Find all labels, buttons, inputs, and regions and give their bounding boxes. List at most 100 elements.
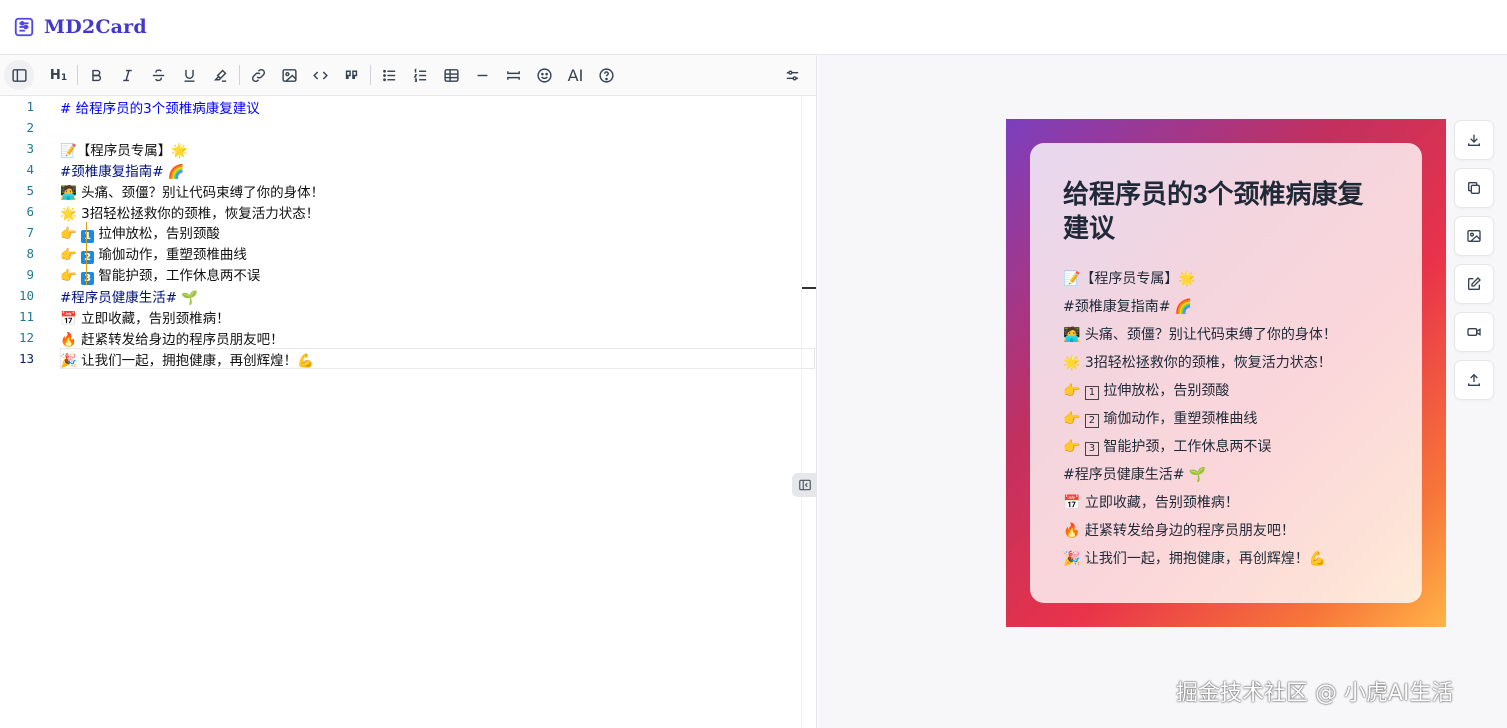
share-button[interactable] — [1454, 360, 1494, 400]
bold-button[interactable] — [81, 61, 112, 89]
app-title[interactable]: MD2Card — [44, 16, 147, 38]
keycap-badge: 1 — [1084, 386, 1099, 400]
card-line-tail: 瑜伽动作，重塑颈椎曲线 — [1098, 411, 1258, 427]
keycap-badge: 3 — [1084, 442, 1099, 456]
keycap-badge: 2 — [1084, 414, 1099, 428]
line-number: 2 — [26, 120, 34, 135]
edit-button[interactable] — [1454, 264, 1494, 304]
line-number: 11 — [18, 309, 34, 324]
editor-line: 3 📝【程序员专属】🌟 — [0, 138, 815, 159]
line-tail: 智能护颈，工作休息两不误 — [94, 268, 261, 284]
line-content: 🧑‍💻 头痛、颈僵？别让代码束缚了你的身体！ — [60, 184, 325, 201]
editor-line: 1 # 给程序员的3个颈椎病康复建议 — [0, 96, 815, 117]
help-button[interactable] — [591, 61, 622, 89]
card-line: #程序员健康生活# 🌱 — [1063, 467, 1207, 483]
line-content: 🔥 赶紧转发给身边的程序员朋友吧！ — [60, 331, 284, 348]
line-number: 3 — [26, 141, 34, 156]
page-break-button[interactable] — [498, 61, 529, 89]
panel-collapse-icon — [798, 479, 811, 491]
smiley-icon — [537, 67, 552, 83]
sidebar-icon — [11, 68, 27, 82]
emoji-button[interactable] — [529, 61, 560, 89]
line-tail: 瑜伽动作，重塑颈椎曲线 — [94, 247, 247, 263]
help-icon — [599, 67, 614, 83]
ordered-list-icon — [413, 67, 427, 82]
editor-line: 4 #颈椎康复指南# 🌈 — [0, 159, 815, 180]
keycap-badge: 3 — [81, 272, 95, 285]
download-button[interactable] — [1454, 120, 1494, 160]
highlight-button[interactable] — [205, 61, 236, 89]
pointer-emoji: 👉 — [60, 226, 82, 242]
link-button[interactable] — [243, 61, 274, 89]
keycap-badge: 1 — [81, 230, 95, 243]
image-icon — [282, 68, 297, 82]
bold-icon — [92, 69, 102, 81]
upload-icon — [1468, 373, 1480, 386]
copy-icon — [1468, 182, 1480, 194]
download-icon — [1468, 134, 1480, 146]
editor-line: 2 — [0, 117, 815, 138]
horizontal-rule-button[interactable] — [467, 61, 498, 89]
card-line-tail: 拉伸放松，告别颈酸 — [1098, 383, 1230, 399]
heading-label: H — [49, 67, 61, 83]
heading-button[interactable]: H1 — [43, 61, 74, 89]
toolbar-divider — [77, 65, 78, 85]
card-line: 👉 1 拉伸放松，告别颈酸 — [1063, 383, 1230, 400]
editor-scrollbar[interactable] — [801, 96, 817, 728]
editor-pane: H1 AI 1 # 给程序员的3个颈椎病康复建议 2 3 📝【程序员专属】🌟 4… — [0, 55, 817, 728]
italic-button[interactable] — [112, 61, 143, 89]
bullet-list-button[interactable] — [374, 61, 405, 89]
card-line: 🌟 3招轻松拯救你的颈椎，恢复活力状态！ — [1063, 355, 1332, 371]
settings-button[interactable] — [777, 61, 808, 89]
underline-button[interactable] — [174, 61, 205, 89]
link-icon — [251, 68, 266, 82]
underline-icon — [184, 69, 195, 82]
strikethrough-icon — [152, 68, 165, 81]
line-tail: 拉伸放松，告别颈酸 — [94, 226, 220, 242]
heading-level: 1 — [60, 73, 68, 83]
ai-label: AI — [567, 65, 584, 85]
editor-line: 5 🧑‍💻 头痛、颈僵？别让代码束缚了你的身体！ — [0, 180, 815, 201]
card-line: 📝【程序员专属】🌟 — [1063, 271, 1196, 287]
app-logo-icon — [13, 16, 35, 38]
line-number: 7 — [26, 225, 34, 240]
table-button[interactable] — [436, 61, 467, 89]
scroll-position-marker — [802, 287, 816, 289]
editor-line: 10 #程序员健康生活# 🌱 — [0, 285, 815, 306]
indent-guide — [86, 222, 87, 285]
ordered-list-button[interactable] — [405, 61, 436, 89]
highlighter-icon — [213, 69, 227, 82]
current-line-highlight — [60, 348, 815, 369]
ai-button[interactable]: AI — [560, 61, 591, 89]
image-export-button[interactable] — [1454, 216, 1494, 256]
card-line-tail: 智能护颈，工作休息两不误 — [1098, 439, 1272, 455]
card-line: 🎉 让我们一起，拥抱健康，再创辉煌！💪 — [1063, 551, 1327, 567]
line-number: 1 — [26, 99, 34, 114]
image-button[interactable] — [274, 61, 305, 89]
collapse-panel-button[interactable] — [792, 473, 817, 497]
card-actions — [1454, 120, 1494, 408]
card-line: #颈椎康复指南# 🌈 — [1063, 299, 1193, 315]
code-button[interactable] — [305, 61, 336, 89]
card-line: 🧑‍💻 头痛、颈僵？别让代码束缚了你的身体！ — [1063, 327, 1337, 343]
card-gradient-frame: 给程序员的3个颈椎病康复建议 📝【程序员专属】🌟 #颈椎康复指南# 🌈 🧑‍💻 … — [1006, 119, 1446, 627]
copy-button[interactable] — [1454, 168, 1494, 208]
edit-icon — [1468, 277, 1481, 290]
code-icon — [313, 70, 328, 80]
editor-line: 12 🔥 赶紧转发给身边的程序员朋友吧！ — [0, 327, 815, 348]
preview-card: 给程序员的3个颈椎病康复建议 📝【程序员专属】🌟 #颈椎康复指南# 🌈 🧑‍💻 … — [1030, 143, 1422, 603]
markdown-editor[interactable]: 1 # 给程序员的3个颈椎病康复建议 2 3 📝【程序员专属】🌟 4 #颈椎康复指南#… — [0, 96, 815, 728]
video-button[interactable] — [1454, 312, 1494, 352]
app-header: MD2Card — [0, 0, 1507, 55]
image-icon — [1467, 230, 1481, 242]
quote-button[interactable] — [336, 61, 367, 89]
card-title: 给程序员的3个颈椎病康复建议 — [1063, 179, 1364, 243]
strikethrough-button[interactable] — [143, 61, 174, 89]
line-content: 📝【程序员专属】🌟 — [60, 142, 189, 159]
toggle-sidebar-button[interactable] — [4, 60, 34, 90]
line-content: 📅 立即收藏，告别颈椎病！ — [60, 310, 230, 327]
line-number: 5 — [26, 183, 34, 198]
line-number: 6 — [26, 204, 34, 219]
editor-line: 9 👉 3 智能护颈，工作休息两不误 — [0, 264, 815, 285]
editor-line: 11 📅 立即收藏，告别颈椎病！ — [0, 306, 815, 327]
